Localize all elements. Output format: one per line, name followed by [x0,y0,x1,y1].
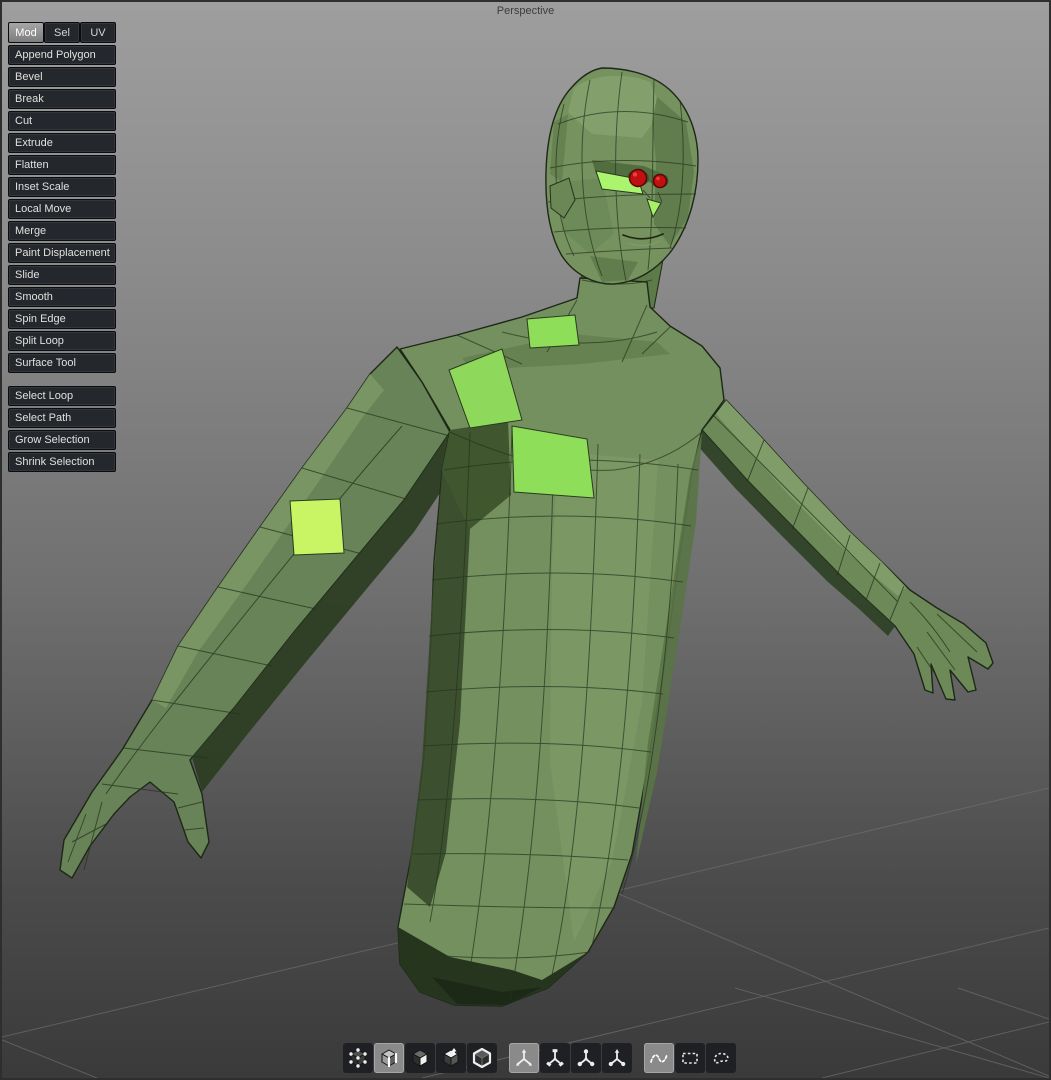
face-mode-icon [409,1047,431,1069]
paint-select-icon [648,1047,670,1069]
viewport-window: Perspective Mod Sel UV Append Polygon Bevel… [0,0,1051,1080]
model-highlighted-face-trapezius[interactable] [526,314,580,349]
select-loop-button[interactable]: Select Loop [8,386,116,406]
edge-mode-button[interactable] [374,1043,404,1073]
bottom-toolbar [343,1043,737,1073]
panel-group-divider [8,373,116,384]
object-mode-button[interactable] [467,1043,497,1073]
spin-edge-button[interactable]: Spin Edge [8,309,116,329]
viewport-canvas[interactable] [2,2,1049,1078]
manipulator-universal-icon [606,1047,628,1069]
manipulator-scale-icon [575,1047,597,1069]
bevel-button[interactable]: Bevel [8,67,116,87]
manipulator-rotate-button[interactable] [540,1043,570,1073]
marquee-select-icon [679,1047,701,1069]
model-left-arm[interactable] [59,346,454,879]
paint-displacement-button[interactable]: Paint Displacement [8,243,116,263]
toolbar-group-component-modes [343,1043,498,1073]
paint-select-button[interactable] [644,1043,674,1073]
break-button[interactable]: Break [8,89,116,109]
model-torso[interactable] [397,277,725,1007]
edge-mode-icon [378,1047,400,1069]
vertex-mode-icon [347,1047,369,1069]
manipulator-rotate-icon [544,1047,566,1069]
extrude-button[interactable]: Extrude [8,133,116,153]
lasso-select-icon [710,1047,732,1069]
vertex-mode-button[interactable] [343,1043,373,1073]
manipulator-move-icon [513,1047,535,1069]
selection-button-group: Select Loop Select Path Grow Selection Shri… [8,386,116,472]
manipulator-universal-button[interactable] [602,1043,632,1073]
append-polygon-button[interactable]: Append Polygon [8,45,116,65]
tool-button-group: Append Polygon Bevel Break Cut Extrude Flatte… [8,45,116,373]
select-path-button[interactable]: Select Path [8,408,116,428]
model-highlighted-face-arm[interactable] [289,498,345,556]
lasso-select-button[interactable] [706,1043,736,1073]
model-low-poly-humanoid[interactable] [59,67,994,1007]
model-right-arm[interactable] [696,399,994,701]
tab-mod[interactable]: Mod [8,22,44,43]
slide-button[interactable]: Slide [8,265,116,285]
shrink-selection-button[interactable]: Shrink Selection [8,452,116,472]
flatten-button[interactable]: Flatten [8,155,116,175]
tool-panel: Mod Sel UV Append Polygon Bevel Break Cut Extr… [8,22,116,472]
object-mode-icon [471,1047,493,1069]
split-loop-button[interactable]: Split Loop [8,331,116,351]
marquee-select-button[interactable] [675,1043,705,1073]
manipulator-move-button[interactable] [509,1043,539,1073]
manipulator-scale-button[interactable] [571,1043,601,1073]
tab-bar: Mod Sel UV [8,22,116,43]
grow-selection-button[interactable]: Grow Selection [8,430,116,450]
tab-uv[interactable]: UV [80,22,116,43]
model-head[interactable] [545,67,699,285]
inset-scale-button[interactable]: Inset Scale [8,177,116,197]
cut-button[interactable]: Cut [8,111,116,131]
smooth-button[interactable]: Smooth [8,287,116,307]
toolbar-group-manipulators [509,1043,633,1073]
merge-button[interactable]: Merge [8,221,116,241]
multi-mode-button[interactable] [436,1043,466,1073]
local-move-button[interactable]: Local Move [8,199,116,219]
multi-mode-icon [440,1047,462,1069]
face-mode-button[interactable] [405,1043,435,1073]
toolbar-group-selection-styles [644,1043,737,1073]
tab-sel[interactable]: Sel [44,22,80,43]
surface-tool-button[interactable]: Surface Tool [8,353,116,373]
